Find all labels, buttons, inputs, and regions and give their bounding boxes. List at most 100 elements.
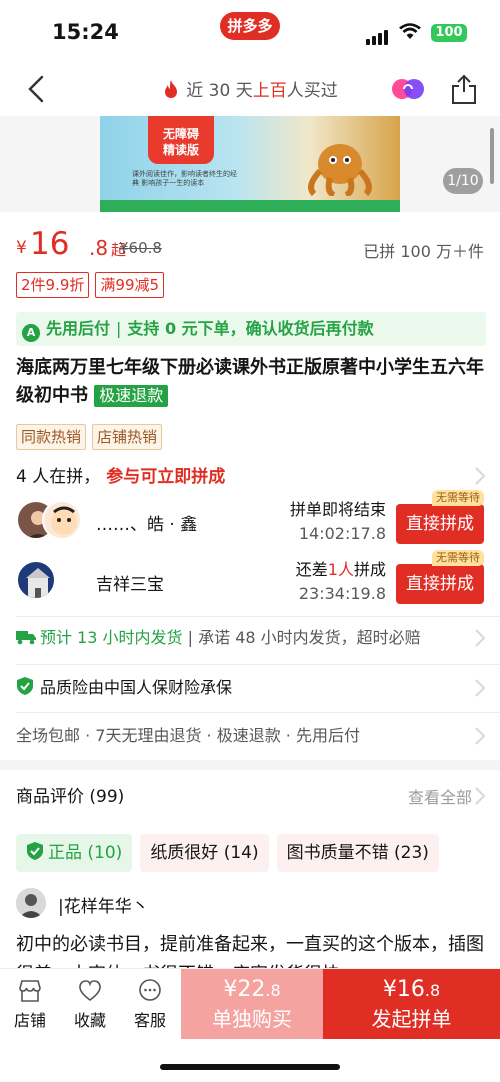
gallery-scroll-indicator bbox=[490, 128, 494, 184]
group-timer: 23:34:19.8 bbox=[298, 584, 386, 603]
store-icon bbox=[19, 980, 41, 1002]
cover-blurb: 课外阅读佳作，影响读者终生的经典 影响孩子一生的读本 bbox=[132, 170, 237, 187]
original-price: ¥60.8 bbox=[119, 239, 162, 257]
pinduoduo-circle-icon[interactable] bbox=[391, 77, 425, 101]
chevron-right-icon bbox=[475, 467, 486, 485]
shipping-row[interactable]: 预计 13 小时内发货 | 承诺 48 小时内发货，超时必赔 bbox=[16, 626, 486, 650]
divider bbox=[16, 664, 500, 665]
chat-icon bbox=[139, 979, 161, 1001]
tab-label: 收藏 bbox=[73, 1011, 106, 1030]
home-indicator bbox=[160, 1064, 340, 1070]
reviews-header[interactable]: 商品评价 (99) 查看全部 bbox=[16, 782, 486, 807]
divider bbox=[16, 616, 500, 617]
join-group-button[interactable]: 直接拼成 bbox=[396, 564, 484, 604]
hot-tags: 同款热销 店铺热销 bbox=[16, 424, 168, 450]
nav-title-prefix: 近 30 天 bbox=[186, 81, 253, 101]
review-tag[interactable]: 图书质量不错 (23) bbox=[276, 834, 439, 872]
group-join-text: 参与可立即拼成 bbox=[106, 467, 226, 487]
nav-bar: 近 30 天上百人买过 bbox=[0, 62, 500, 116]
service-guarantees-row[interactable]: 全场包邮 · 7天无理由退货 · 极速退款 · 先用后付 bbox=[16, 724, 486, 748]
group-buy-header[interactable]: 4 人在拼， 参与可立即拼成 bbox=[16, 462, 225, 487]
group-row: 吉祥三宝 还差1人拼成 23:34:19.8 直接拼成 无需等待 bbox=[16, 550, 486, 608]
pay-later-coin-icon: A bbox=[22, 324, 40, 342]
shipping-separator: | bbox=[182, 628, 199, 647]
status-bar: 15:24 拼多多 100 bbox=[0, 0, 500, 62]
group-member-name: ……、皓 · 鑫 bbox=[96, 515, 198, 535]
avatar bbox=[42, 500, 82, 540]
coupon-list: 2件9.9折 满99减5 bbox=[16, 272, 170, 298]
review-tag[interactable]: 纸质很好 (14) bbox=[140, 834, 269, 872]
view-all-reviews-link[interactable]: 查看全部 bbox=[408, 784, 472, 808]
tab-store[interactable]: 店铺 bbox=[5, 979, 55, 1031]
start-group-buy-button[interactable]: ¥16.8 发起拼单 bbox=[323, 969, 500, 1039]
group-status-text: 拼单即将结束 bbox=[289, 500, 386, 519]
tab-label: 客服 bbox=[133, 1011, 166, 1030]
no-wait-badge: 无需等待 bbox=[432, 490, 484, 506]
chevron-right-icon bbox=[475, 787, 486, 805]
group-price-decimal: .8 bbox=[424, 981, 441, 1000]
price-integer: 16 bbox=[30, 226, 70, 262]
price-currency: ¥ bbox=[16, 238, 27, 258]
join-group-button[interactable]: 直接拼成 bbox=[396, 504, 484, 544]
app-indicator-pill: 拼多多 bbox=[220, 12, 280, 40]
single-price: ¥22 bbox=[223, 977, 266, 1002]
group-status: 拼单即将结束 14:02:17.8 bbox=[290, 498, 386, 546]
product-image-gallery[interactable]: 无障碍 精读版 课外阅读佳作，影响读者终生的经典 影响孩子一生的读本 bbox=[0, 116, 500, 212]
wifi-icon bbox=[399, 23, 421, 39]
group-status-pre: 还差 bbox=[295, 560, 328, 579]
group-timer: 14:02:17.8 bbox=[298, 524, 386, 543]
share-icon[interactable] bbox=[450, 73, 478, 105]
group-status-red: 1人 bbox=[327, 560, 354, 579]
battery-icon: 100 bbox=[431, 24, 467, 42]
no-wait-badge: 无需等待 bbox=[432, 550, 484, 566]
shipping-estimate: 预计 13 小时内发货 bbox=[40, 628, 183, 647]
review-tags: 正品 (10) 纸质很好 (14) 图书质量不错 (23) bbox=[16, 834, 447, 872]
pay-later-strip[interactable]: A 先用后付 | 支持 0 元下单，确认收货后再付款 bbox=[16, 312, 486, 346]
price-decimal: .8 bbox=[89, 236, 109, 260]
group-label: 发起拼单 bbox=[371, 1007, 452, 1031]
clock: 15:24 bbox=[52, 20, 119, 44]
product-title: 海底两万里七年级下册必读课外书正版原著中小学生五六年级初中书 bbox=[16, 357, 484, 406]
badge-line-1: 无障碍 bbox=[162, 127, 199, 141]
sold-count: 已拼 100 万＋件 bbox=[363, 242, 484, 261]
coupon-tag[interactable]: 满99减5 bbox=[95, 272, 165, 298]
shield-check-icon bbox=[17, 677, 33, 695]
group-row: ……、皓 · 鑫 拼单即将结束 14:02:17.8 直接拼成 无需等待 bbox=[16, 490, 486, 548]
group-member-name: 吉祥三宝 bbox=[96, 575, 164, 595]
group-status-post: 拼成 bbox=[353, 560, 386, 579]
cellular-signal-icon bbox=[366, 26, 390, 45]
chevron-right-icon bbox=[475, 727, 486, 745]
group-price: ¥16 bbox=[382, 977, 425, 1002]
tab-customer-service[interactable]: 客服 bbox=[125, 979, 175, 1031]
hot-tag[interactable]: 店铺热销 bbox=[92, 424, 163, 450]
group-status: 还差1人拼成 23:34:19.8 bbox=[296, 558, 386, 606]
fire-icon bbox=[165, 80, 178, 98]
service-guarantees: 全场包邮 · 7天无理由退货 · 极速退款 · 先用后付 bbox=[16, 726, 360, 745]
single-label: 单独购买 bbox=[212, 1007, 292, 1031]
tab-label: 店铺 bbox=[13, 1011, 46, 1030]
divider bbox=[16, 712, 500, 713]
badge-line-2: 精读版 bbox=[162, 143, 199, 157]
review-tag-label: 正品 (10) bbox=[48, 843, 123, 863]
insurance-text: 品质险由中国人保财险承保 bbox=[40, 678, 233, 697]
tab-favorite[interactable]: 收藏 bbox=[65, 979, 115, 1031]
pay-later-text: 支持 0 元下单，确认收货后再付款 bbox=[127, 319, 374, 338]
fast-refund-tag: 极速退款 bbox=[94, 385, 169, 407]
nav-title-hot: 上百 bbox=[252, 81, 287, 101]
pay-later-label: 先用后付 bbox=[46, 319, 111, 338]
single-price-decimal: .8 bbox=[265, 981, 281, 1000]
chevron-right-icon bbox=[475, 629, 486, 647]
heart-icon bbox=[79, 980, 101, 1001]
hot-tag[interactable]: 同款热销 bbox=[16, 424, 87, 450]
price-row: ¥ 16 .8 起 ¥60.8 已拼 100 万＋件 bbox=[16, 222, 486, 266]
buy-single-button[interactable]: ¥22.8 单独购买 bbox=[181, 969, 323, 1039]
reviewer-name: |花样年华丶 bbox=[58, 897, 149, 917]
image-counter: 1/10 bbox=[443, 168, 483, 194]
accessibility-badge: 无障碍 精读版 bbox=[148, 116, 214, 164]
nav-title: 近 30 天上百人买过 bbox=[0, 76, 500, 101]
review-tag-authentic[interactable]: 正品 (10) bbox=[16, 834, 133, 872]
insurance-row[interactable]: 品质险由中国人保财险承保 bbox=[16, 676, 486, 700]
chevron-right-icon bbox=[475, 679, 486, 697]
pay-later-separator: | bbox=[116, 319, 122, 338]
coupon-tag[interactable]: 2件9.9折 bbox=[16, 272, 90, 298]
